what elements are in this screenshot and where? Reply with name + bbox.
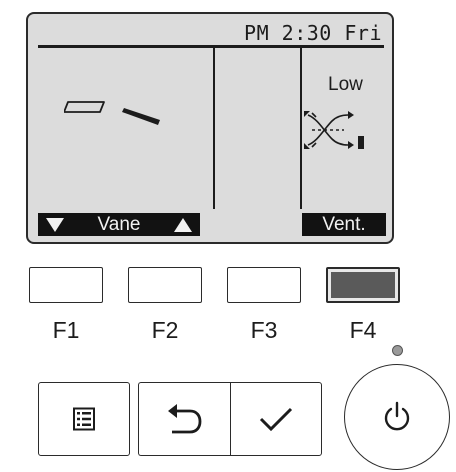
f4-label: F4	[349, 317, 377, 343]
menu-button[interactable]	[38, 382, 130, 456]
f3-label: F3	[250, 317, 278, 343]
power-button[interactable]	[344, 364, 450, 470]
ventilation-icon	[302, 109, 372, 156]
power-icon	[384, 401, 410, 431]
vent-tab: Vent.	[302, 213, 386, 236]
triangle-up-icon	[174, 217, 192, 232]
back-button[interactable]	[138, 382, 230, 456]
f1-label: F1	[52, 317, 80, 343]
lcd-column-divider	[213, 48, 215, 209]
f1-button[interactable]	[29, 267, 103, 303]
vent-tab-label: Vent.	[322, 214, 366, 235]
f2-label: F2	[151, 317, 179, 343]
lcd-header-divider	[38, 45, 384, 48]
vane-position-icon	[63, 98, 164, 143]
menu-icon	[73, 407, 95, 431]
triangle-down-icon	[46, 217, 64, 232]
checkmark-icon	[259, 407, 293, 432]
power-led-icon	[392, 345, 403, 356]
vane-tab: Vane	[38, 213, 200, 236]
return-arrow-icon	[167, 404, 201, 434]
clock-display: PM 2:30 Fri	[244, 21, 382, 45]
f3-button[interactable]	[227, 267, 301, 303]
f2-button[interactable]	[128, 267, 202, 303]
f4-button[interactable]	[326, 267, 400, 303]
fan-speed-label: Low	[328, 74, 363, 95]
lcd-screen: PM 2:30 Fri Low Vane Vent.	[26, 12, 394, 244]
vane-tab-label: Vane	[97, 214, 141, 235]
confirm-button[interactable]	[230, 382, 322, 456]
